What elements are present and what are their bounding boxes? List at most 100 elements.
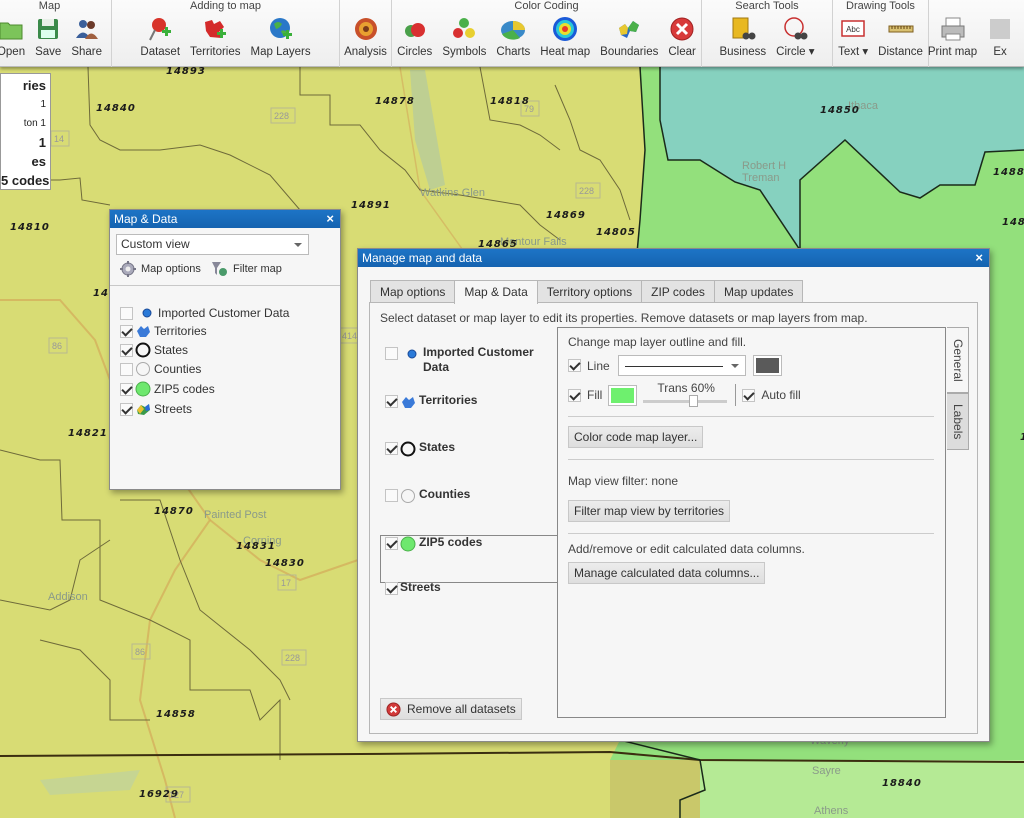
ex-button[interactable]: Ex <box>982 14 1018 59</box>
tab-map-options[interactable]: Map options <box>370 280 456 303</box>
layer-checkbox[interactable] <box>120 362 133 376</box>
streets-icon <box>135 401 151 417</box>
layer-item[interactable]: ZIP5 codes <box>120 380 215 398</box>
remove-all-datasets-button[interactable]: Remove all datasets <box>380 698 522 720</box>
layer-checkbox[interactable] <box>120 324 133 338</box>
legend-entry: 1 <box>38 135 46 150</box>
toolbar-button-label: Circles <box>397 46 433 58</box>
tab-map-updates[interactable]: Map updates <box>713 280 804 303</box>
toolbar-group-buttons: Abc Text ▾ Distance <box>833 14 928 59</box>
toolbar-button-label: Ex <box>993 46 1007 58</box>
place-label: Painted Post <box>204 509 266 521</box>
map-layers-button[interactable]: Map Layers <box>246 14 316 59</box>
folder-icon <box>0 16 24 42</box>
dataset-checkbox[interactable] <box>385 489 398 502</box>
layer-label: Imported Customer Data <box>158 306 290 320</box>
dataset-item[interactable]: Streets <box>385 580 441 595</box>
filter-map-view-button[interactable]: Filter map view by territories <box>568 500 731 522</box>
map-zone-olive <box>610 760 700 818</box>
toolbar-group-title: Search Tools <box>735 0 799 12</box>
line-color-picker[interactable] <box>752 355 782 376</box>
layer-item[interactable]: Territories <box>120 322 207 340</box>
dataset-item[interactable]: Territories <box>385 393 477 410</box>
business-button[interactable]: Business <box>714 14 771 59</box>
tab-general[interactable]: General <box>947 327 969 393</box>
fill-checkbox[interactable] <box>568 388 581 402</box>
layer-checkbox[interactable] <box>120 306 133 320</box>
dataset-checkbox[interactable] <box>385 347 398 360</box>
map-data-panel-titlebar[interactable]: Map & Data × <box>110 210 340 228</box>
ribbon-toolbar: Map Open Save Share Adding to map Dataset Terr… <box>0 0 1024 67</box>
line-checkbox[interactable] <box>568 359 581 372</box>
close-icon[interactable]: × <box>975 249 983 267</box>
territories-puzzle-icon <box>400 394 416 410</box>
slider-track <box>643 400 728 403</box>
line-style-select[interactable] <box>617 355 746 376</box>
dataset-checkbox[interactable] <box>385 537 398 550</box>
layer-item[interactable]: Streets <box>120 400 192 418</box>
layer-item[interactable]: States <box>120 341 188 359</box>
circles-button[interactable]: Circles <box>392 14 437 59</box>
heat-map-button[interactable]: Heat map <box>535 14 595 59</box>
view-select[interactable]: Custom view <box>116 234 309 255</box>
charts-button[interactable]: Charts <box>491 14 535 59</box>
map-options-button[interactable]: Map options <box>120 261 201 277</box>
remove-all-datasets-label: Remove all datasets <box>407 702 516 716</box>
toolbar-button-label: Dataset <box>140 46 181 58</box>
circle-button[interactable]: Circle ▾ <box>771 14 819 59</box>
tab-labels[interactable]: Labels <box>947 393 969 450</box>
fill-color-picker[interactable] <box>608 384 638 406</box>
zip-label: 18840 <box>882 778 922 789</box>
close-icon[interactable]: × <box>326 210 334 228</box>
dataset-item[interactable]: Imported Customer Data <box>385 345 534 375</box>
analysis-button[interactable]: Analysis <box>339 14 392 59</box>
dataset-item[interactable]: Counties <box>385 487 470 504</box>
blue-dot-icon <box>139 305 155 321</box>
auto-fill-checkbox[interactable] <box>742 388 756 402</box>
boundaries-button[interactable]: Boundaries <box>595 14 663 59</box>
manage-calculated-columns-button[interactable]: Manage calculated data columns... <box>568 562 766 584</box>
green-circle-icon <box>400 536 416 552</box>
dataset-checkbox[interactable] <box>385 582 398 595</box>
dataset-item[interactable]: States <box>385 440 455 457</box>
layer-label: ZIP5 codes <box>154 382 215 396</box>
territories-puzzle-icon <box>135 323 151 339</box>
slider-thumb[interactable] <box>688 395 698 407</box>
place-label: Athens <box>814 805 849 817</box>
layer-item[interactable]: Counties <box>120 360 201 378</box>
clear-button[interactable]: Clear <box>663 14 700 59</box>
print-map-button[interactable]: Print map <box>923 14 982 59</box>
layer-checkbox[interactable] <box>120 343 133 357</box>
layer-checkbox[interactable] <box>120 402 133 416</box>
dataset-label: Imported Customer <box>423 345 534 359</box>
filter-map-button[interactable]: Filter map <box>211 261 282 277</box>
route-shield-label: 14 <box>54 134 64 144</box>
dataset-button[interactable]: Dataset <box>135 14 185 59</box>
divider <box>110 285 340 286</box>
territories-button[interactable]: Territories <box>185 14 245 59</box>
filter-icon <box>212 262 227 276</box>
map-options-label: Map options <box>141 263 201 275</box>
save-button[interactable]: Save <box>30 14 66 59</box>
layer-checkbox[interactable] <box>120 382 133 396</box>
symbols-button[interactable]: Symbols <box>437 14 491 59</box>
tab-territory-options[interactable]: Territory options <box>536 280 643 303</box>
route-shield-label: 228 <box>274 111 289 121</box>
text-button[interactable]: Abc Text ▾ <box>833 14 873 59</box>
territory-legend: ries 1 ton 1 1 es 5 codes <box>0 73 51 190</box>
transparency-slider[interactable]: Trans 60% <box>643 381 729 407</box>
tab-map-data[interactable]: Map & Data <box>454 280 538 304</box>
black-circle-icon <box>400 441 416 457</box>
toolbar-group-map: Map Open Save Share <box>0 0 112 67</box>
color-code-map-layer-button[interactable]: Color code map layer... <box>568 426 704 448</box>
zip-label: 14881 <box>993 167 1024 178</box>
tab-zip-codes[interactable]: ZIP codes <box>641 280 715 303</box>
layer-item[interactable]: Imported Customer Data <box>120 304 289 322</box>
manage-dialog-titlebar[interactable]: Manage map and data × <box>358 249 989 267</box>
dataset-item[interactable]: ZIP5 codes <box>385 535 482 552</box>
dataset-checkbox[interactable] <box>385 442 398 455</box>
share-button[interactable]: Share <box>66 14 107 59</box>
distance-button[interactable]: Distance <box>873 14 928 59</box>
open-button[interactable]: Open <box>0 14 30 59</box>
dataset-checkbox[interactable] <box>385 395 398 408</box>
